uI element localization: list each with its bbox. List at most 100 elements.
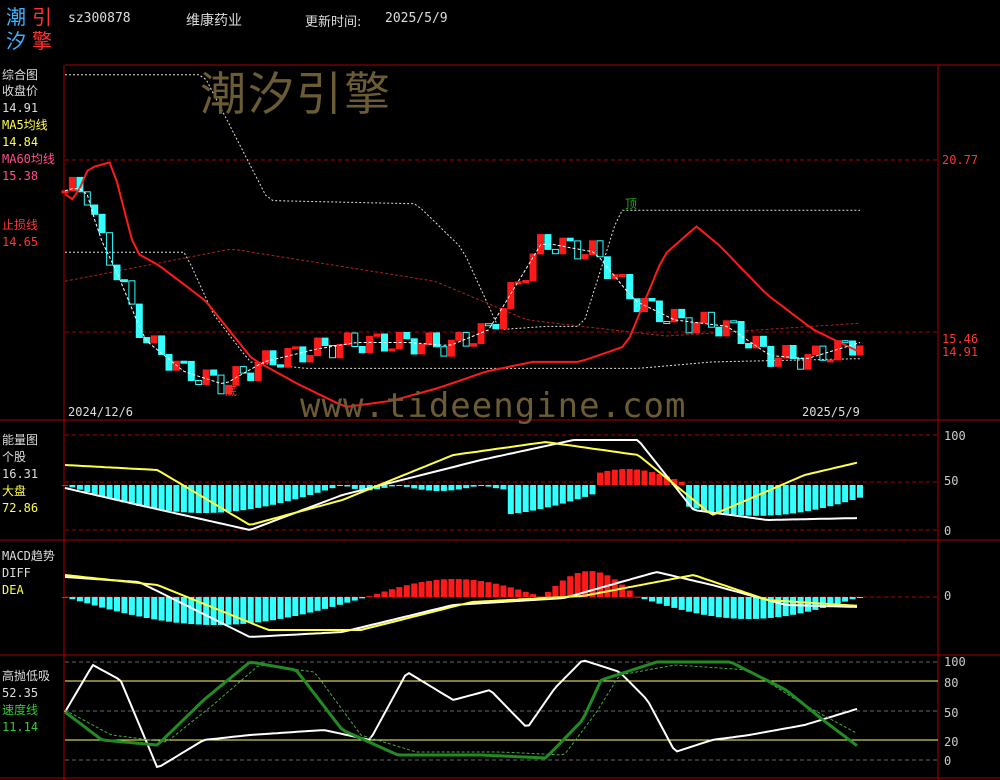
energy-bar-10 xyxy=(136,485,143,506)
macd-bar-45 xyxy=(396,587,403,597)
watermark-cn: 潮汐引擎 xyxy=(200,67,392,121)
logo-char-2: 引 xyxy=(32,5,52,29)
macd-bar-91 xyxy=(738,597,745,619)
candle-20 xyxy=(210,369,218,376)
candle-88 xyxy=(715,326,723,337)
macd-bar-37 xyxy=(336,597,343,605)
energy-bar-35 xyxy=(322,485,328,491)
macd-bar-34 xyxy=(314,597,321,611)
macd-bar-39 xyxy=(351,597,358,601)
macd-bar-54 xyxy=(463,579,470,597)
macd-bar-8 xyxy=(121,597,128,614)
candle-18 xyxy=(195,380,203,385)
energy-bar-96 xyxy=(775,485,782,516)
candle-39 xyxy=(351,332,359,347)
macd-bar-28 xyxy=(270,597,276,621)
macd-bar-33 xyxy=(307,597,314,613)
candle-13 xyxy=(158,335,166,355)
energy-bar-83 xyxy=(678,481,685,485)
energy-bar-73 xyxy=(604,470,611,485)
energy-bar-52 xyxy=(448,485,455,491)
logo-char-1: 潮 xyxy=(6,5,26,29)
energy-bar-62 xyxy=(522,485,529,512)
energy-bar-58 xyxy=(492,485,499,489)
candle-31 xyxy=(291,346,299,350)
top-marker: 顶 xyxy=(625,197,638,211)
macd-bar-53 xyxy=(455,579,462,597)
candle-12 xyxy=(150,335,158,344)
energy-bar-104 xyxy=(834,485,841,505)
macd-bar-2 xyxy=(76,597,83,602)
macd-bar-13 xyxy=(158,597,165,621)
macd-bar-52 xyxy=(448,579,455,597)
energy-bar-15 xyxy=(173,485,180,512)
candle-55 xyxy=(470,343,478,347)
panel1-title: 综合图 xyxy=(2,68,39,82)
macd-bar-57 xyxy=(485,582,492,597)
macd-bar-36 xyxy=(329,597,336,607)
candle-17 xyxy=(187,360,195,381)
date-end: 2025/5/9 xyxy=(802,405,860,419)
candle-47 xyxy=(410,338,418,355)
candle-85 xyxy=(693,322,700,334)
candle-65 xyxy=(544,234,552,250)
macd-bar-26 xyxy=(255,597,262,623)
macd-bar-85 xyxy=(693,597,700,614)
energy-bar-88 xyxy=(715,485,722,513)
speed-value: 11.14 xyxy=(2,720,39,734)
high-low-line xyxy=(64,659,858,769)
energy-bar-6 xyxy=(106,485,113,499)
p4-tick-80: 80 xyxy=(944,676,959,690)
candle-48 xyxy=(418,343,426,355)
candle-28 xyxy=(269,350,277,366)
energy-bar-4 xyxy=(91,485,98,495)
energy-bar-11 xyxy=(143,485,150,508)
energy-bar-66 xyxy=(552,485,559,506)
energy-bar-45 xyxy=(396,485,403,486)
candle-51 xyxy=(440,346,448,357)
candle-35 xyxy=(321,337,329,347)
macd-bar-44 xyxy=(388,589,395,597)
panel4-value: 52.35 xyxy=(2,686,39,700)
diff-label: DIFF xyxy=(2,566,31,580)
energy-bar-94 xyxy=(760,485,767,516)
macd-bar-106 xyxy=(849,597,856,600)
candle-36 xyxy=(329,345,336,359)
close-label: 收盘价 xyxy=(2,84,39,98)
energy-bar-24 xyxy=(240,485,247,511)
macd-bar-63 xyxy=(530,594,537,597)
energy-bar-16 xyxy=(180,485,187,513)
energy-bar-105 xyxy=(842,485,849,503)
macd-bar-43 xyxy=(381,591,388,597)
energy-bar-71 xyxy=(589,485,596,495)
ma60-line xyxy=(64,161,861,408)
energy-bar-22 xyxy=(225,485,232,512)
candle-76 xyxy=(626,274,634,300)
candle-46 xyxy=(403,332,411,340)
energy-bar-31 xyxy=(292,485,299,500)
candle-44 xyxy=(388,348,396,352)
macd-bar-65 xyxy=(544,591,551,597)
macd-bar-42 xyxy=(374,593,381,597)
energy-bar-23 xyxy=(232,485,239,512)
energy-bar-60 xyxy=(507,485,514,515)
candle-30 xyxy=(284,348,292,368)
energy-bar-100 xyxy=(805,485,811,512)
candle-41 xyxy=(366,335,374,354)
speed-line xyxy=(64,660,858,760)
energy-bar-98 xyxy=(790,485,797,514)
bottom-marker: 底 xyxy=(225,384,238,398)
macd-bar-79 xyxy=(649,597,655,602)
candle-87 xyxy=(707,311,715,328)
ma5-label: MA5均线 xyxy=(2,118,48,132)
candle-103 xyxy=(826,359,834,363)
macd-bar-22 xyxy=(225,597,232,625)
dea-label: DEA xyxy=(2,583,24,597)
energy-bar-28 xyxy=(270,485,276,505)
energy-bar-67 xyxy=(559,485,566,504)
macd-bar-47 xyxy=(411,583,418,597)
macd-bar-27 xyxy=(262,597,269,622)
ma5-value: 14.84 xyxy=(2,135,39,149)
energy-bar-102 xyxy=(819,485,826,508)
macd-bar-60 xyxy=(507,587,514,597)
